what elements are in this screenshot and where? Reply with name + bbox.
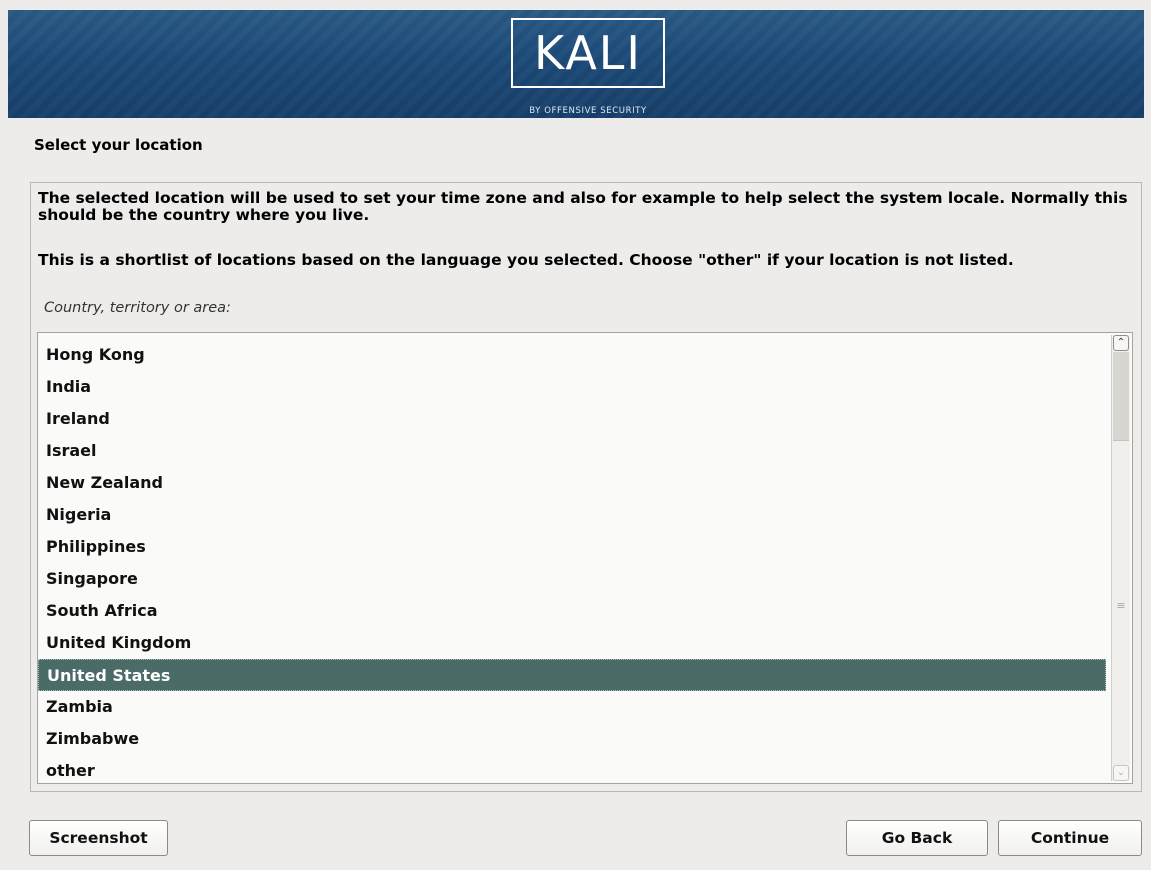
kali-logo: KALI [511, 18, 665, 88]
logo-text: KALI [533, 26, 643, 80]
logo-subtitle: BY OFFENSIVE SECURITY [529, 106, 647, 116]
list-item-hong-kong[interactable]: Hong Kong [38, 339, 1106, 371]
kali-banner: KALI BY OFFENSIVE SECURITY [8, 10, 1144, 118]
go-back-button[interactable]: Go Back [846, 820, 988, 856]
list-item-new-zealand[interactable]: New Zealand [38, 467, 1106, 499]
shortlist-text: This is a shortlist of locations based o… [38, 251, 1014, 269]
list-item-philippines[interactable]: Philippines [38, 531, 1106, 563]
list-item-other[interactable]: other [38, 755, 1106, 787]
list-item-zimbabwe[interactable]: Zimbabwe [38, 723, 1106, 755]
chevron-up-icon[interactable]: ⌃ [1113, 335, 1129, 351]
chevron-down-icon[interactable]: ⌄ [1113, 765, 1129, 781]
list-item-south-africa[interactable]: South Africa [38, 595, 1106, 627]
list-item-india[interactable]: India [38, 371, 1106, 403]
list-label: Country, territory or area: [44, 300, 231, 316]
description-text: The selected location will be used to se… [38, 189, 1128, 224]
scroll-track-upper[interactable] [1113, 352, 1129, 441]
continue-button[interactable]: Continue [998, 820, 1142, 856]
list-item-singapore[interactable]: Singapore [38, 563, 1106, 595]
list-item-united-kingdom[interactable]: United Kingdom [38, 627, 1106, 659]
location-listbox[interactable]: Hong Kong India Ireland Israel New Zealand Ni… [37, 332, 1133, 784]
list-item-united-states[interactable]: United States [38, 659, 1106, 691]
grip-icon[interactable]: ≡ [1114, 600, 1128, 611]
list-item-ireland[interactable]: Ireland [38, 403, 1106, 435]
location-list: Hong Kong India Ireland Israel New Zealand Ni… [38, 339, 1106, 787]
list-item-zambia[interactable]: Zambia [38, 691, 1106, 723]
list-item-israel[interactable]: Israel [38, 435, 1106, 467]
scrollbar[interactable]: ⌃ ≡ ⌄ [1111, 335, 1130, 781]
list-item-nigeria[interactable]: Nigeria [38, 499, 1106, 531]
page-title: Select your location [34, 136, 203, 154]
screenshot-button[interactable]: Screenshot [29, 820, 168, 856]
installer-window: KALI BY OFFENSIVE SECURITY Select your l… [0, 0, 1151, 870]
